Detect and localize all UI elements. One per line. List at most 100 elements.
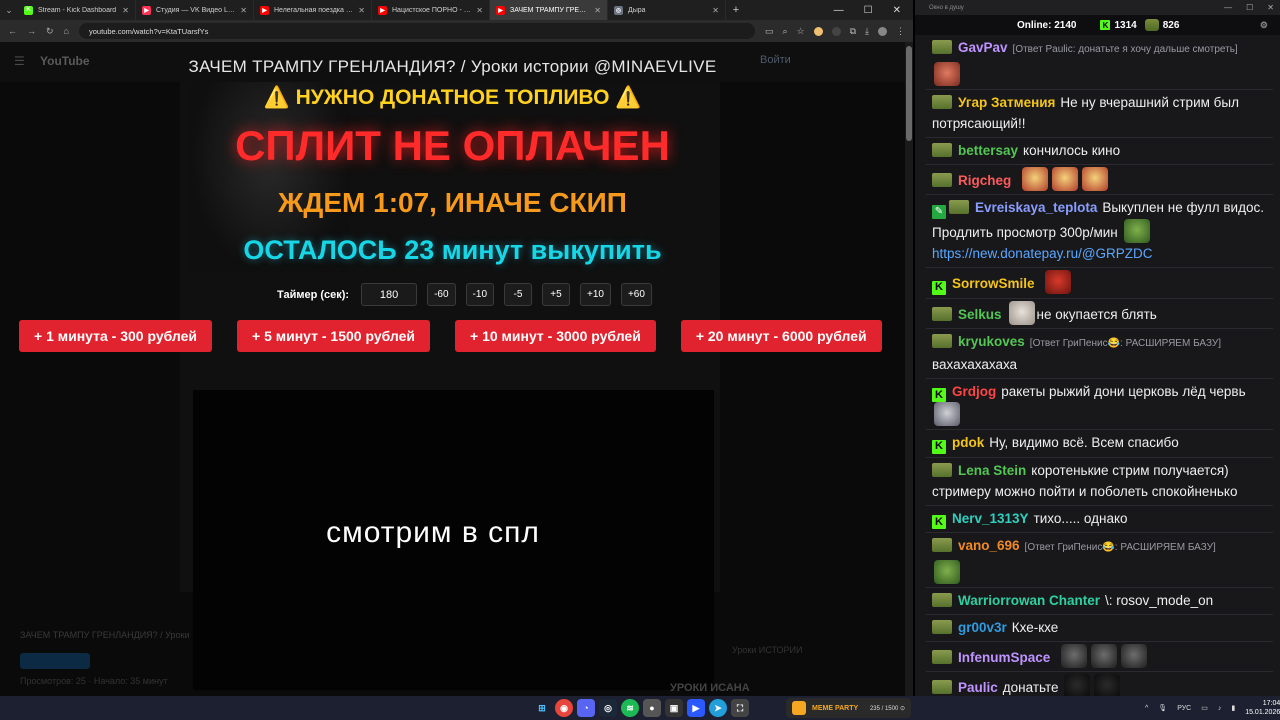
- scrollbar-thumb[interactable]: [906, 46, 912, 141]
- tab-close-icon[interactable]: ✕: [122, 6, 129, 15]
- bookmark-star-icon[interactable]: ☆: [797, 26, 805, 37]
- chat-username[interactable]: bettersay: [958, 143, 1018, 158]
- frog-badge-icon: [932, 306, 952, 321]
- chat-username[interactable]: pdok: [952, 435, 984, 450]
- online-counter: Online: 2140: [1017, 20, 1076, 31]
- media-logo-icon: [792, 701, 806, 715]
- tab-close-icon[interactable]: ✕: [240, 6, 247, 15]
- timer-adjust-button[interactable]: +5: [542, 283, 570, 306]
- browser-tab[interactable]: K Stream - Kick Dashboard ✕: [18, 0, 136, 20]
- chat-window-title: Окно в душу: [929, 4, 964, 11]
- forward-icon[interactable]: →: [27, 26, 36, 36]
- chat-username[interactable]: Nerv_1313Y: [952, 511, 1029, 526]
- chat-username[interactable]: Lena Stein: [958, 463, 1026, 478]
- page-scrollbar[interactable]: [905, 42, 913, 696]
- language-indicator[interactable]: РУС: [1177, 705, 1191, 712]
- close-icon[interactable]: ✕: [893, 5, 901, 16]
- timer-adjust-button[interactable]: -10: [465, 283, 494, 306]
- volume-icon[interactable]: ♪: [1218, 705, 1222, 712]
- tab-close-icon[interactable]: ✕: [358, 6, 365, 15]
- menu-icon[interactable]: ⋮: [896, 26, 905, 37]
- youtube-count: 826: [1162, 19, 1180, 31]
- extension-icon[interactable]: [831, 26, 841, 36]
- chat-username[interactable]: kryukoves: [958, 334, 1025, 349]
- network-icon[interactable]: ▭: [1201, 704, 1208, 712]
- clock[interactable]: 17:04 15.01.2026: [1245, 699, 1280, 717]
- maximize-icon[interactable]: ☐: [864, 5, 873, 16]
- home-icon[interactable]: ⌂: [64, 26, 69, 36]
- tab-search-icon[interactable]: ⌄: [0, 0, 18, 20]
- chat-emote: [934, 62, 960, 86]
- battery-icon[interactable]: ▮: [1231, 704, 1235, 712]
- windows-start-icon[interactable]: ⊞: [533, 699, 551, 717]
- extensions: ▭ ⌕ ☆ ⧉ ⤓ ⋮: [765, 26, 905, 37]
- chat-username[interactable]: Evreiskaya_teplota: [975, 200, 1097, 215]
- chat-username[interactable]: InfenumSpace: [958, 650, 1050, 665]
- tab-close-icon[interactable]: ✕: [594, 6, 601, 15]
- telegram-icon[interactable]: ➤: [709, 699, 727, 717]
- url-input[interactable]: youtube.com/watch?v=KtaTUarsfYs: [78, 23, 755, 39]
- discord-icon[interactable]: ◔: [577, 699, 595, 717]
- player-icon[interactable]: ▶: [687, 699, 705, 717]
- settings-gear-icon[interactable]: ⚙: [1260, 20, 1268, 31]
- chrome-icon[interactable]: ◉: [555, 699, 573, 717]
- chat-username[interactable]: gr00v3r: [958, 620, 1007, 635]
- close-icon[interactable]: ✕: [1267, 3, 1274, 12]
- frog-badge-icon: [932, 143, 952, 157]
- chat-username[interactable]: Grdjog: [952, 384, 996, 399]
- chat-username[interactable]: Warriorrowan Chanter: [958, 593, 1100, 608]
- tab-close-icon[interactable]: ✕: [712, 6, 719, 15]
- chat-emote: [1052, 167, 1079, 191]
- timer-adjust-button[interactable]: +10: [580, 283, 611, 306]
- chat-username[interactable]: vano_696: [958, 538, 1020, 553]
- chat-username[interactable]: SorrowSmile: [952, 276, 1035, 291]
- buy-time-button[interactable]: + 20 минут - 6000 рублей: [680, 320, 882, 352]
- profile-avatar[interactable]: [878, 26, 887, 36]
- chat-username[interactable]: Rigcheg: [958, 173, 1011, 188]
- media-widget[interactable]: MEME PARTY 235 / 1500 ⊙: [786, 698, 911, 718]
- timer-input[interactable]: 180: [361, 283, 418, 306]
- steam-icon[interactable]: ◎: [599, 699, 617, 717]
- browser-tab[interactable]: ▶ ЗАЧЕМ ТРАМПУ ГРЕНЛАНДИЯ ✕: [490, 0, 608, 20]
- chat-text: не окупается блять: [1036, 306, 1157, 322]
- minimize-icon[interactable]: —: [1224, 3, 1232, 12]
- chat-username[interactable]: Selkus: [958, 307, 1002, 322]
- next-video-title[interactable]: УРОКИ ИСАНА: [670, 682, 750, 694]
- app-icon[interactable]: ▣: [665, 699, 683, 717]
- chat-link[interactable]: https://new.donatepay.ru/@GRPZDC: [932, 246, 1153, 261]
- back-icon[interactable]: ←: [8, 26, 17, 36]
- browser-tab[interactable]: ▶ Нацистское ПОРНО - обзор ф ✕: [372, 0, 490, 20]
- buy-time-button[interactable]: + 5 минут - 1500 рублей: [237, 320, 431, 352]
- maximize-icon[interactable]: ☐: [1246, 3, 1253, 12]
- tab-close-icon[interactable]: ✕: [476, 6, 483, 15]
- timer-adjust-button[interactable]: -60: [427, 283, 456, 306]
- app-icon[interactable]: ⛶: [731, 699, 749, 717]
- browser-tab[interactable]: ◎ Дыра ✕: [608, 0, 726, 20]
- buy-time-button[interactable]: + 10 минут - 3000 рублей: [455, 320, 656, 352]
- chat-username[interactable]: Угар Затмения: [958, 95, 1055, 110]
- spotify-icon[interactable]: ≋: [621, 699, 639, 717]
- subscribe-button[interactable]: [20, 653, 90, 669]
- obs-icon[interactable]: ●: [643, 699, 661, 717]
- browser-tab[interactable]: ▶ Нелегальная поездка в Сирию ✕: [254, 0, 372, 20]
- timer-adjust-button[interactable]: +60: [620, 283, 652, 306]
- extension-icon[interactable]: [813, 26, 823, 36]
- frog-badge-icon: [932, 462, 952, 477]
- chat-username[interactable]: Paulic: [958, 680, 998, 695]
- reload-icon[interactable]: ↻: [46, 26, 54, 37]
- tray-chevron-icon[interactable]: ^: [1145, 705, 1148, 712]
- frog-badge-icon: [949, 200, 969, 214]
- zoom-icon[interactable]: ⌕: [782, 26, 787, 37]
- cast-icon[interactable]: ▭: [765, 26, 774, 37]
- minimize-icon[interactable]: —: [834, 5, 844, 16]
- browser-tab[interactable]: ▶ Студия — VK Видео Live ✕: [136, 0, 254, 20]
- buy-time-button[interactable]: + 1 минута - 300 рублей: [19, 320, 213, 352]
- timer-adjust-button[interactable]: -5: [504, 283, 532, 306]
- new-tab-button[interactable]: +: [726, 4, 746, 16]
- kick-badge-icon: K: [932, 280, 946, 295]
- chat-username[interactable]: GavPav: [958, 40, 1008, 55]
- chat-message: K Grdjog ракеты рыжий дони церковь лёд чер…: [926, 379, 1273, 430]
- extensions-puzzle-icon[interactable]: ⧉: [850, 26, 856, 37]
- microphone-icon[interactable]: 🎙: [1158, 704, 1167, 712]
- download-icon[interactable]: ⤓: [865, 26, 869, 37]
